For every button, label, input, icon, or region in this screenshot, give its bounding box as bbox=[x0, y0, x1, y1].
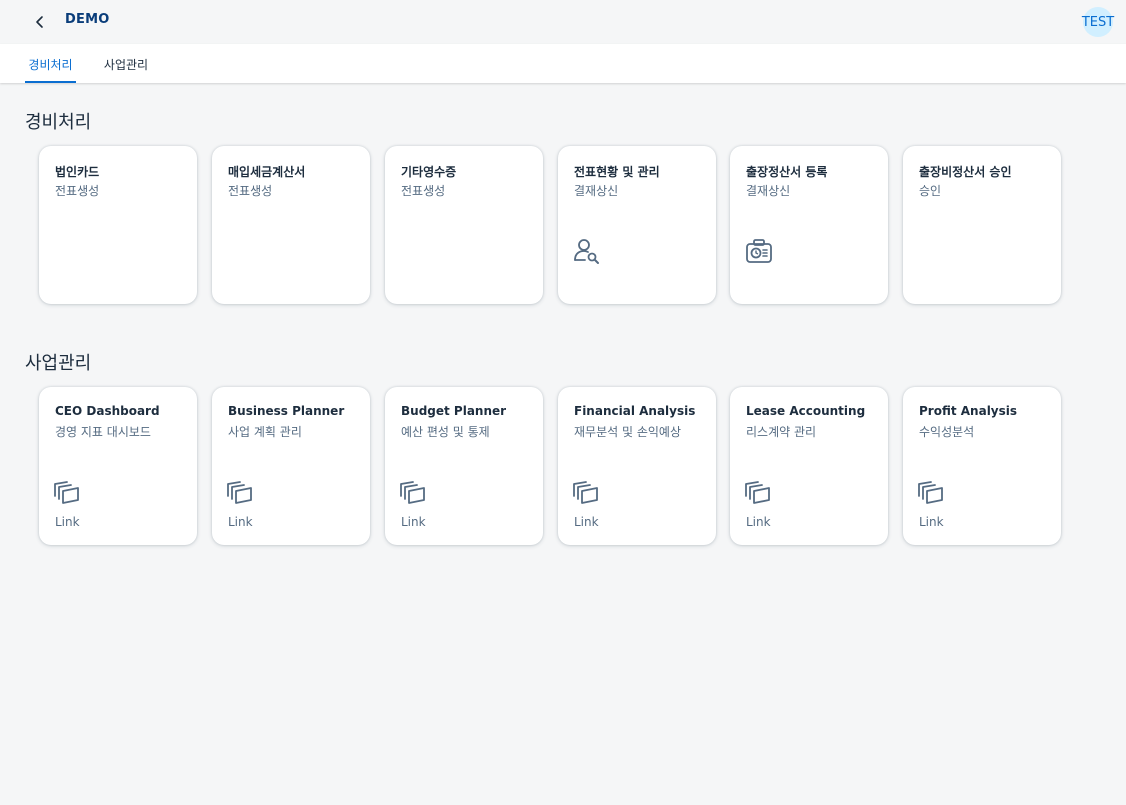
tile-subtitle: 전표생성 bbox=[228, 184, 273, 198]
tile-title: Financial Analysis bbox=[574, 404, 696, 418]
tab-bar: 경비처리 사업관리 bbox=[0, 44, 1126, 83]
tile-subtitle: 리스계약 관리 bbox=[746, 425, 817, 439]
multiple-windows-icon bbox=[745, 481, 770, 504]
tile-subtitle: 사업 계획 관리 bbox=[228, 425, 302, 439]
multiple-windows-icon bbox=[400, 481, 425, 504]
tile-travel-approval[interactable]: 출장비정산서 승인 승인 bbox=[903, 146, 1061, 304]
tile-subtitle: 예산 편성 및 통제 bbox=[401, 425, 490, 439]
tile-profit-analysis[interactable]: Profit Analysis 수익성분석 Link bbox=[903, 387, 1061, 545]
tile-subtitle: 승인 bbox=[919, 184, 942, 198]
tab-business[interactable]: 사업관리 bbox=[101, 44, 151, 83]
tile-corporate-card[interactable]: 법인카드 전표생성 bbox=[39, 146, 197, 304]
multiple-windows-icon bbox=[918, 481, 943, 504]
chevron-left-icon bbox=[36, 16, 43, 28]
tile-title: Budget Planner bbox=[401, 404, 507, 418]
tile-travel-report[interactable]: 출장정산서 등록 결재상신 bbox=[730, 146, 888, 304]
tile-tax-invoice[interactable]: 매입세금계산서 전표생성 bbox=[212, 146, 370, 304]
tile-title: 전표현황 및 관리 bbox=[574, 165, 660, 179]
avatar[interactable]: TEST bbox=[1082, 7, 1114, 37]
tile-subtitle: 결재상신 bbox=[574, 184, 619, 198]
multiple-windows-icon bbox=[54, 481, 79, 504]
tile-title: Business Planner bbox=[228, 404, 345, 418]
tile-footer-link: Link bbox=[401, 515, 426, 529]
expense-report-icon bbox=[746, 239, 772, 263]
tile-lease-accounting[interactable]: Lease Accounting 리스계약 관리 Link bbox=[730, 387, 888, 545]
tile-title: 출장비정산서 승인 bbox=[919, 165, 1012, 179]
tab-expense[interactable]: 경비처리 bbox=[25, 44, 76, 83]
tile-footer-link: Link bbox=[746, 515, 771, 529]
tile-voucher-status[interactable]: 전표현황 및 관리 결재상신 bbox=[558, 146, 716, 304]
tile-footer-link: Link bbox=[55, 515, 80, 529]
tile-footer-link: Link bbox=[574, 515, 599, 529]
section-title-business: 사업관리 bbox=[25, 353, 92, 374]
tile-financial-analysis[interactable]: Financial Analysis 재무분석 및 손익예상 Link bbox=[558, 387, 716, 545]
tile-ceo-dashboard[interactable]: CEO Dashboard 경영 지표 대시보드 Link bbox=[39, 387, 197, 545]
tile-subtitle: 전표생성 bbox=[401, 184, 446, 198]
tile-subtitle: 수익성분석 bbox=[919, 425, 975, 439]
tile-title: 매입세금계산서 bbox=[228, 165, 306, 179]
back-button[interactable] bbox=[28, 10, 52, 34]
tile-subtitle: 재무분석 및 손익예상 bbox=[574, 425, 681, 439]
tile-title: 기타영수증 bbox=[401, 165, 457, 179]
tile-title: CEO Dashboard bbox=[55, 404, 160, 418]
app-title: DEMO bbox=[65, 12, 110, 27]
shell-bar: DEMO TEST bbox=[0, 0, 1126, 44]
tile-business-planner[interactable]: Business Planner 사업 계획 관리 Link bbox=[212, 387, 370, 545]
person-search-icon bbox=[574, 239, 599, 264]
multiple-windows-icon bbox=[573, 481, 598, 504]
tile-subtitle: 경영 지표 대시보드 bbox=[55, 425, 151, 439]
section-title-expense: 경비처리 bbox=[25, 112, 92, 133]
tile-subtitle: 전표생성 bbox=[55, 184, 100, 198]
multiple-windows-icon bbox=[227, 481, 252, 504]
tile-other-receipts[interactable]: 기타영수증 전표생성 bbox=[385, 146, 543, 304]
tile-subtitle: 결재상신 bbox=[746, 184, 791, 198]
tile-title: 법인카드 bbox=[55, 165, 100, 179]
tile-footer-link: Link bbox=[228, 515, 253, 529]
tile-title: Lease Accounting bbox=[746, 404, 866, 418]
tile-footer-link: Link bbox=[919, 515, 944, 529]
tile-budget-planner[interactable]: Budget Planner 예산 편성 및 통제 Link bbox=[385, 387, 543, 545]
tile-title: Profit Analysis bbox=[919, 404, 1018, 418]
tile-title: 출장정산서 등록 bbox=[746, 165, 828, 179]
